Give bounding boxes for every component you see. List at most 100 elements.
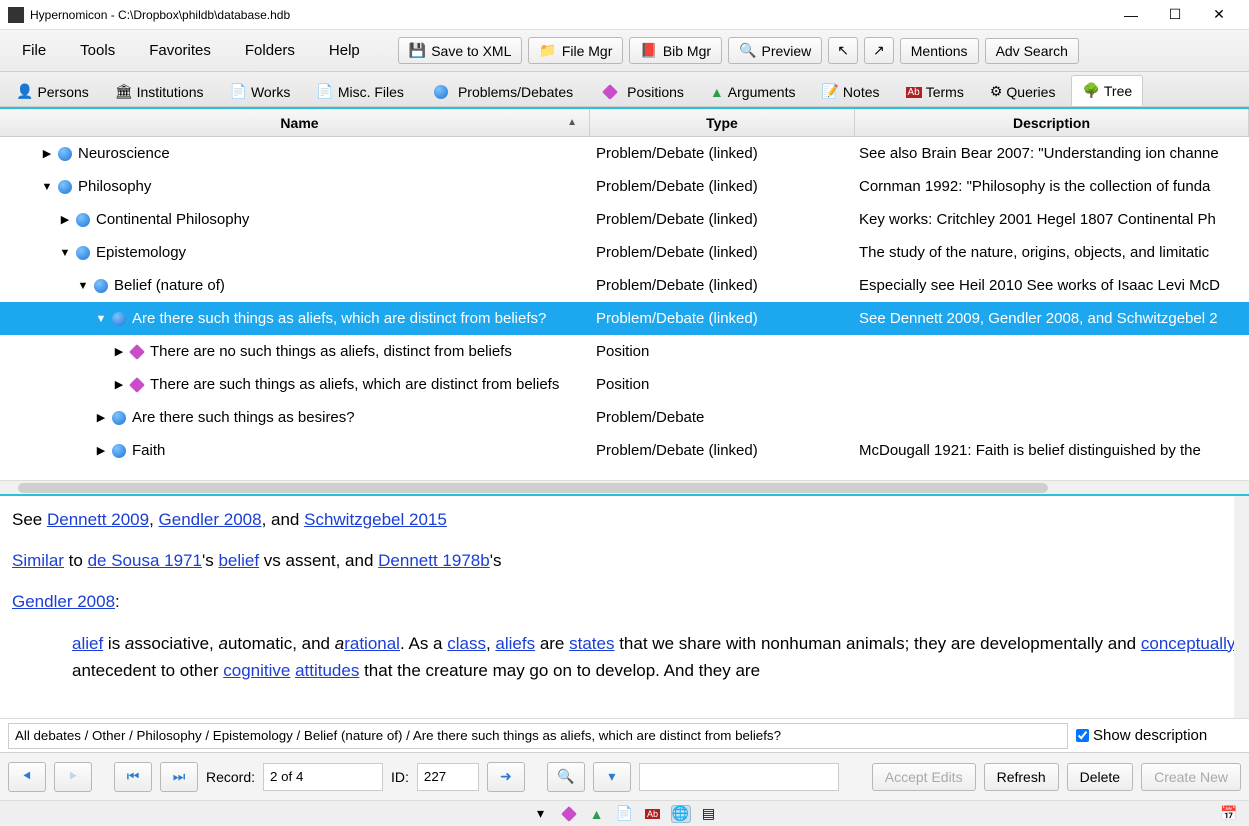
table-row[interactable]: ▼Belief (nature of)Problem/Debate (linke… (0, 269, 1249, 302)
web-nav-icon[interactable]: 🌐 (671, 805, 691, 823)
menu-file[interactable]: File (8, 38, 60, 63)
link-attitudes[interactable]: attitudes (295, 661, 359, 680)
menu-tools[interactable]: Tools (66, 38, 129, 63)
maximize-button[interactable]: ☐ (1153, 1, 1197, 29)
column-name[interactable]: Name▲ (0, 109, 590, 136)
table-row[interactable]: ▼EpistemologyProblem/Debate (linked)The … (0, 236, 1249, 269)
link-dennett-2009[interactable]: Dennett 2009 (47, 510, 149, 529)
show-description-checkbox[interactable] (1076, 729, 1089, 742)
position-nav-icon[interactable] (559, 805, 579, 823)
tab-tree[interactable]: 🌳Tree (1071, 75, 1143, 106)
row-type: Problem/Debate (linked) (590, 178, 855, 195)
refresh-button[interactable]: Refresh (984, 763, 1059, 791)
table-row[interactable]: ▶NeuroscienceProblem/Debate (linked)See … (0, 137, 1249, 170)
search-field[interactable] (639, 763, 839, 791)
link-gendler-2008-b[interactable]: Gendler 2008 (12, 592, 115, 611)
position-icon (129, 377, 145, 393)
term-nav-icon[interactable]: Ab (643, 805, 663, 823)
tree-toggle-icon[interactable]: ▶ (58, 213, 72, 226)
preview-button[interactable]: 🔍Preview (728, 37, 822, 64)
table-row[interactable]: ▶Continental PhilosophyProblem/Debate (l… (0, 203, 1249, 236)
vertical-scrollbar[interactable] (1234, 496, 1249, 718)
tab-problems[interactable]: Problems/Debates (420, 78, 583, 106)
adv-search-button[interactable]: Adv Search (985, 38, 1079, 64)
tree-toggle-icon[interactable]: ▶ (94, 444, 108, 457)
menu-help[interactable]: Help (315, 38, 374, 63)
link-de-sousa-1971[interactable]: de Sousa 1971 (88, 551, 202, 570)
tab-queries[interactable]: ⚙Queries (980, 77, 1066, 106)
tab-persons[interactable]: 👤Persons (6, 77, 99, 106)
nav-back-button[interactable]: ⯇ (8, 762, 46, 792)
mentions-button[interactable]: Mentions (900, 38, 979, 64)
nav-last-button[interactable]: ⏭ (160, 762, 198, 792)
nav-forward-button[interactable]: ⯈ (54, 762, 92, 792)
table-row[interactable]: ▶There are no such things as aliefs, dis… (0, 335, 1249, 368)
table-body[interactable]: ▶NeuroscienceProblem/Debate (linked)See … (0, 137, 1249, 480)
nav-first-button[interactable]: ⏮ (114, 762, 152, 792)
link-rational[interactable]: rational (344, 634, 400, 653)
tab-works[interactable]: 📄Works (220, 77, 301, 106)
link-dennett-1978b[interactable]: Dennett 1978b (378, 551, 490, 570)
table-row[interactable]: ▼Are there such things as aliefs, which … (0, 302, 1249, 335)
link-aliefs[interactable]: aliefs (495, 634, 535, 653)
tree-toggle-icon[interactable]: ▼ (76, 280, 90, 292)
link-belief[interactable]: belief (218, 551, 259, 570)
tab-misc-files[interactable]: 📄Misc. Files (306, 77, 414, 106)
bib-mgr-button[interactable]: 📕Bib Mgr (629, 37, 722, 64)
link-alief[interactable]: alief (72, 634, 103, 653)
table-row[interactable]: ▶FaithProblem/Debate (linked)McDougall 1… (0, 434, 1249, 467)
tree-toggle-icon[interactable]: ▼ (58, 247, 72, 259)
description-pane[interactable]: See Dennett 2009, Gendler 2008, and Schw… (0, 496, 1249, 718)
argument-nav-icon[interactable]: ▲ (587, 805, 607, 823)
tree-toggle-icon[interactable]: ▶ (94, 411, 108, 424)
layout-nav-icon[interactable]: ▤ (699, 805, 719, 823)
tree-toggle-icon[interactable]: ▶ (112, 378, 126, 391)
column-description[interactable]: Description (855, 109, 1249, 136)
go-to-id-button[interactable]: ➜ (487, 762, 525, 792)
accept-edits-button[interactable]: Accept Edits (872, 763, 976, 791)
table-row[interactable]: ▶There are such things as aliefs, which … (0, 368, 1249, 401)
note-nav-icon[interactable]: 📄 (615, 805, 635, 823)
search-button[interactable]: 🔍 (547, 762, 585, 792)
tree-toggle-icon[interactable]: ▶ (40, 147, 54, 160)
file-mgr-button[interactable]: 📁File Mgr (528, 37, 623, 64)
id-field[interactable] (417, 763, 479, 791)
column-type[interactable]: Type (590, 109, 855, 136)
tab-arguments[interactable]: ▲Arguments (700, 78, 806, 106)
pointer-tool-1-button[interactable]: ↖ (828, 37, 858, 64)
minimize-button[interactable]: — (1109, 1, 1153, 29)
tree-toggle-icon[interactable]: ▼ (94, 313, 108, 325)
debate-icon (112, 444, 126, 458)
breadcrumb-field[interactable] (8, 723, 1068, 749)
horizontal-scrollbar[interactable] (0, 480, 1249, 494)
menu-favorites[interactable]: Favorites (135, 38, 225, 63)
tab-terms[interactable]: AbTerms (896, 78, 974, 106)
link-class[interactable]: class (447, 634, 486, 653)
calendar-icon[interactable]: 📅 (1219, 805, 1239, 823)
tab-positions[interactable]: Positions (589, 78, 694, 106)
preview-icon: 🔍 (739, 42, 756, 59)
row-name: Faith (132, 442, 165, 459)
tab-institutions[interactable]: 🏛Institutions (105, 77, 214, 106)
save-to-xml-button[interactable]: 💾Save to XML (398, 37, 523, 64)
pointer-tool-2-button[interactable]: ↗ (864, 37, 894, 64)
tree-toggle-icon[interactable]: ▼ (40, 181, 54, 193)
menu-folders[interactable]: Folders (231, 38, 309, 63)
dropdown-icon[interactable]: ▾ (531, 805, 551, 823)
tree-toggle-icon[interactable]: ▶ (112, 345, 126, 358)
link-similar[interactable]: Similar (12, 551, 64, 570)
tab-notes[interactable]: 📝Notes (811, 77, 889, 106)
link-cognitive[interactable]: cognitive (223, 661, 290, 680)
table-row[interactable]: ▼PhilosophyProblem/Debate (linked)Cornma… (0, 170, 1249, 203)
table-row[interactable]: ▶Are there such things as besires?Proble… (0, 401, 1249, 434)
link-conceptually[interactable]: conceptually (1141, 634, 1236, 653)
link-schwitzgebel-2015[interactable]: Schwitzgebel 2015 (304, 510, 447, 529)
search-dropdown-button[interactable]: ▾ (593, 762, 631, 792)
link-states[interactable]: states (569, 634, 614, 653)
close-button[interactable]: ✕ (1197, 1, 1241, 29)
table-header: Name▲ Type Description (0, 109, 1249, 137)
delete-button[interactable]: Delete (1067, 763, 1133, 791)
record-field[interactable] (263, 763, 383, 791)
create-new-button[interactable]: Create New (1141, 763, 1241, 791)
link-gendler-2008[interactable]: Gendler 2008 (159, 510, 262, 529)
